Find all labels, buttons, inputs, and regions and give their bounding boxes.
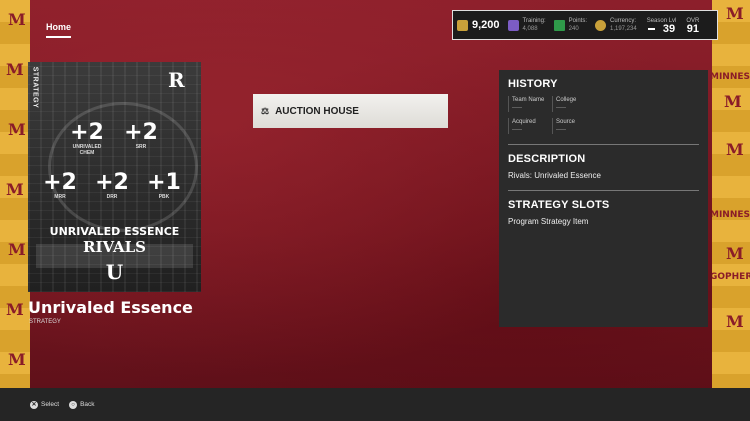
m-logo: M	[8, 120, 26, 139]
history-heading: HISTORY	[508, 78, 558, 90]
m-logo: M	[726, 312, 744, 331]
season-level: Season Lvl 39	[647, 17, 677, 35]
boost-label: UNRIVALED CHEM	[72, 144, 102, 156]
right-banner: M MINNESOTA M M MINNESOTA M GOPHERS M	[712, 0, 750, 388]
gavel-icon: ⚖	[261, 105, 270, 116]
auction-house-button[interactable]: ⚖ AUCTION HOUSE	[253, 94, 448, 128]
points-value: 240	[568, 26, 579, 32]
history-label: Source	[556, 119, 576, 125]
strategy-card[interactable]: STRATEGY R +2 UNRIVALED CHEM +2 SRR +2 M…	[28, 62, 201, 292]
boost-mrr: +2 MRR	[38, 170, 82, 201]
trophies-value: 9,200	[472, 19, 500, 31]
divider	[508, 144, 699, 145]
footer-bar: ✕ Select ○ Back	[0, 388, 750, 421]
history-source: Source -----	[552, 118, 699, 134]
training-stat: Training: 4,088	[507, 17, 546, 33]
m-logo: M	[724, 92, 742, 111]
trophies-stat: 9,200	[457, 19, 500, 31]
history-value: -----	[556, 127, 566, 133]
rivals-logo-icon: R	[168, 68, 185, 92]
currency-stat: Currency: 1,197,234	[595, 17, 637, 33]
history-label: Team Name	[512, 97, 545, 103]
currency-value: 1,197,234	[610, 26, 637, 32]
banner-text: MINNESOTA	[712, 210, 750, 220]
flag-icon	[553, 19, 565, 31]
boost-srr: +2 SRR	[118, 120, 164, 151]
m-logo: M	[6, 180, 24, 199]
history-value: -----	[512, 105, 522, 111]
boost-value: +1	[147, 170, 181, 195]
season-progress-dash	[647, 28, 655, 30]
training-value: 4,088	[522, 26, 538, 32]
auction-house-label: AUCTION HOUSE	[275, 105, 359, 117]
divider	[508, 190, 699, 191]
banner-text: GOPHERS	[712, 272, 750, 282]
banner-text: MINNESOTA	[712, 72, 750, 82]
boost-drr: +2 DRR	[90, 170, 134, 201]
ovr-rating: OVR 91	[686, 17, 700, 35]
select-button[interactable]: ✕ Select	[30, 400, 60, 409]
item-name: Unrivaled Essence	[28, 298, 193, 317]
boost-value: +2	[95, 170, 129, 195]
strategy-slots-text: Program Strategy Item	[508, 217, 589, 226]
currency-label: Currency:	[610, 18, 637, 24]
trophy-icon	[457, 19, 468, 31]
history-grid: Team Name ----- College ----- Acquired -…	[508, 96, 699, 134]
circle-button-icon: ○	[69, 400, 78, 409]
history-label: Acquired	[512, 119, 536, 125]
history-value: -----	[556, 105, 566, 111]
team-logo-icon: U	[105, 260, 124, 284]
select-label: Select	[41, 401, 60, 408]
history-label: College	[556, 97, 577, 103]
training-icon	[507, 19, 519, 31]
m-logo: M	[6, 60, 24, 79]
m-logo: M	[726, 4, 744, 23]
history-acquired: Acquired -----	[508, 118, 552, 134]
card-title-line2: RIVALS	[83, 238, 146, 256]
details-panel: HISTORY Team Name ----- College ----- Ac…	[499, 70, 708, 327]
m-logo: M	[8, 240, 26, 259]
description-heading: DESCRIPTION	[508, 153, 586, 165]
cross-button-icon: ✕	[30, 400, 38, 409]
m-logo: M	[8, 10, 26, 29]
points-stat: Points: 240	[553, 17, 587, 33]
boost-pbk: +1 PBK	[142, 170, 186, 201]
left-banner: M M M M M M M	[0, 0, 30, 388]
coin-icon	[595, 19, 606, 31]
boost-unrivaled-chem: +2 UNRIVALED CHEM	[64, 120, 110, 157]
stats-bar: 9,200 Training: 4,088 Points: 240 Curren…	[452, 10, 718, 40]
boost-value: +2	[70, 120, 104, 145]
card-strategy-label: STRATEGY	[31, 66, 39, 109]
boost-value: +2	[43, 170, 77, 195]
m-logo: M	[726, 244, 744, 263]
item-type: STRATEGY	[29, 319, 61, 325]
boost-value: +2	[124, 120, 158, 145]
history-value: -----	[512, 127, 522, 133]
season-value: 39	[662, 23, 676, 35]
m-logo: M	[6, 300, 24, 319]
m-logo: M	[726, 140, 744, 159]
strategy-slots-heading: STRATEGY SLOTS	[508, 199, 610, 211]
description-text: Rivals: Unrivaled Essence	[508, 171, 601, 180]
card-title-line1: UNRIVALED ESSENCE	[49, 225, 180, 238]
nav-home-tab[interactable]: Home	[46, 22, 72, 38]
back-button[interactable]: ○ Back	[69, 400, 95, 409]
back-label: Back	[80, 401, 95, 408]
ovr-value: 91	[686, 23, 700, 35]
training-label: Training:	[522, 18, 546, 24]
history-college: College -----	[552, 96, 699, 112]
history-team-name: Team Name -----	[508, 96, 552, 112]
points-label: Points:	[568, 18, 587, 24]
m-logo: M	[8, 350, 26, 369]
